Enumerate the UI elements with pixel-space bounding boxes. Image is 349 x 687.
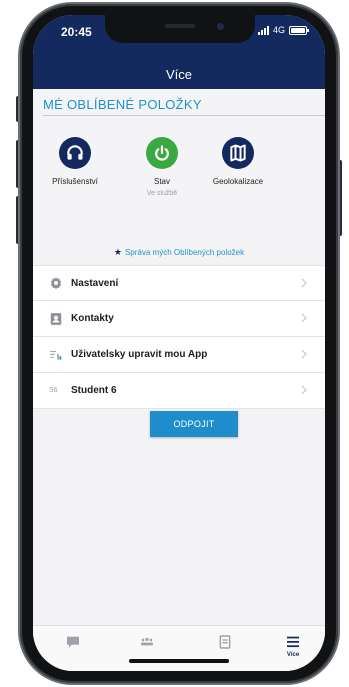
manage-favorites-link[interactable]: ★ Správa mých Oblíbených položek <box>33 247 325 258</box>
tab-more[interactable]: Více <box>273 634 313 664</box>
menu-item-label: Student 6 <box>71 385 117 396</box>
tab-messages[interactable] <box>53 634 93 664</box>
menu-item-label: Nastavení <box>71 277 119 289</box>
gear-icon <box>49 276 63 290</box>
battery-icon <box>289 25 309 35</box>
chevron-right-icon <box>301 313 307 323</box>
group-icon <box>141 637 153 646</box>
app-header: 20:45 4G Více <box>33 15 325 89</box>
home-indicator <box>129 659 229 663</box>
favorites-heading: MÉ OBLÍBENÉ POLOŽKY <box>43 97 202 112</box>
signal-icon <box>257 25 269 35</box>
chevron-right-icon <box>301 349 307 359</box>
favorite-label: Geolokalizace <box>212 177 264 186</box>
contacts-icon <box>219 635 231 649</box>
phone-screen: 20:45 4G Více MÉ OBLÍBENÉ POLOŽKY Příslu… <box>33 15 325 671</box>
speaker <box>165 24 195 28</box>
customize-icon <box>49 348 63 362</box>
favorites-divider <box>43 115 325 116</box>
tab-label: Více <box>286 652 300 658</box>
chevron-right-icon <box>301 278 307 288</box>
favorite-status[interactable]: Stav Ve službě <box>122 137 202 197</box>
status-time: 20:45 <box>61 25 92 39</box>
chat-icon <box>67 636 79 648</box>
power-side-button <box>338 160 342 236</box>
notch <box>105 15 255 43</box>
content-empty-area <box>33 455 325 625</box>
disconnect-button[interactable]: ODPOJIT <box>150 411 238 437</box>
front-camera <box>217 23 224 30</box>
menu-item-customize-app[interactable]: Uživatelsky upravit mou App <box>33 337 325 373</box>
contacts-icon <box>49 312 63 326</box>
manage-favorites-label: Správa mých Oblíbených položek <box>124 248 245 257</box>
menu-item-label: Uživatelsky upravit mou App <box>71 349 208 360</box>
map-icon <box>222 137 254 169</box>
network-type: 4G <box>272 25 285 35</box>
favorite-sublabel: Ve službě <box>146 190 178 197</box>
menu-item-student[interactable]: S6 Student 6 <box>33 373 325 409</box>
menu-icon <box>287 636 299 648</box>
power-icon <box>146 137 178 169</box>
favorites-section: MÉ OBLÍBENÉ POLOŽKY Příslušenství Stav V… <box>33 89 325 257</box>
favorite-label: Stav <box>153 177 170 186</box>
page-title: Více <box>165 67 192 82</box>
favorite-geolocation[interactable]: Geolokalizace <box>198 137 278 190</box>
favorite-accessories[interactable]: Příslušenství <box>35 137 115 190</box>
student-initials-icon: S6 <box>49 387 58 394</box>
headphones-icon <box>59 137 91 169</box>
menu-item-label: Kontakty <box>71 313 114 324</box>
bottom-tab-bar: Více <box>33 625 325 671</box>
status-indicators: 4G <box>257 25 309 35</box>
menu-item-settings[interactable]: Nastavení <box>33 265 325 301</box>
chevron-right-icon <box>301 385 307 395</box>
favorite-label: Příslušenství <box>52 177 98 186</box>
star-icon: ★ <box>113 247 122 257</box>
menu-item-contacts[interactable]: Kontakty <box>33 301 325 337</box>
more-menu: Nastavení Kontakty Uživatelsky upravit m… <box>33 265 325 409</box>
